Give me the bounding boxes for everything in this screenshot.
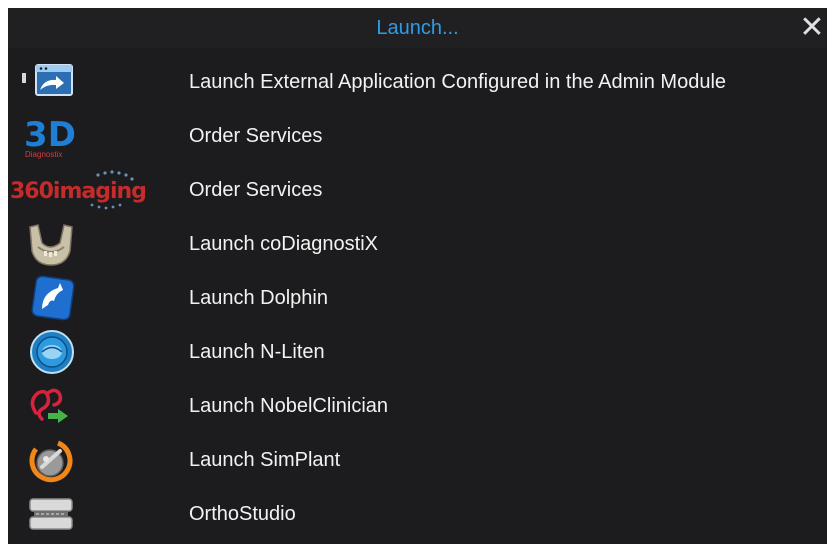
list-item-dolphin[interactable]: Launch Dolphin: [8, 271, 827, 325]
3d-diagnostix-logo-icon: 3D Diagnostix: [22, 113, 78, 159]
item-label: Launch External Application Configured i…: [189, 71, 727, 93]
dialog-title: Launch...: [376, 17, 459, 39]
simplant-icon: [22, 437, 78, 483]
item-label: Order Services: [189, 125, 323, 147]
item-label: Order Services: [189, 179, 323, 201]
launch-list: Launch External Application Configured i…: [8, 55, 827, 541]
list-item-external-application[interactable]: Launch External Application Configured i…: [8, 55, 827, 109]
list-item-order-services-360[interactable]: 360imaging Order Services: [8, 163, 827, 217]
list-item-n-liten[interactable]: Launch N-Liten: [8, 325, 827, 379]
external-app-icon: [22, 59, 78, 105]
n-liten-globe-icon: [22, 329, 78, 375]
item-label: Launch NobelClinician: [189, 395, 389, 417]
list-item-order-services-3d[interactable]: 3D Diagnostix Order Services: [8, 109, 827, 163]
nobelclinician-icon: [22, 383, 78, 429]
3d-logo-text: 3D: [24, 115, 76, 155]
list-item-simplant[interactable]: Launch SimPlant: [8, 433, 827, 487]
item-label: Launch N-Liten: [189, 341, 325, 363]
list-item-codiagnostix[interactable]: Launch coDiagnostiX: [8, 217, 827, 271]
item-label: Launch coDiagnostiX: [189, 233, 379, 255]
360-logo-text: 360imaging: [10, 179, 146, 204]
dolphin-icon: [22, 275, 78, 321]
launch-dialog: Launch... ✕ Launch External Application …: [8, 8, 827, 544]
item-label: OrthoStudio: [189, 503, 296, 525]
orthostudio-icon: [22, 491, 78, 537]
jaw-model-icon: [22, 221, 78, 267]
3d-logo-subtext: Diagnostix: [25, 150, 62, 159]
item-label: Launch Dolphin: [189, 287, 328, 309]
title-bar: Launch... ✕: [8, 8, 827, 48]
close-icon[interactable]: ✕: [795, 10, 827, 46]
360-imaging-logo-icon: 360imaging: [8, 167, 188, 213]
item-label: Launch SimPlant: [189, 449, 341, 471]
list-item-orthostudio[interactable]: OrthoStudio: [8, 487, 827, 541]
list-item-nobelclinician[interactable]: Launch NobelClinician: [8, 379, 827, 433]
